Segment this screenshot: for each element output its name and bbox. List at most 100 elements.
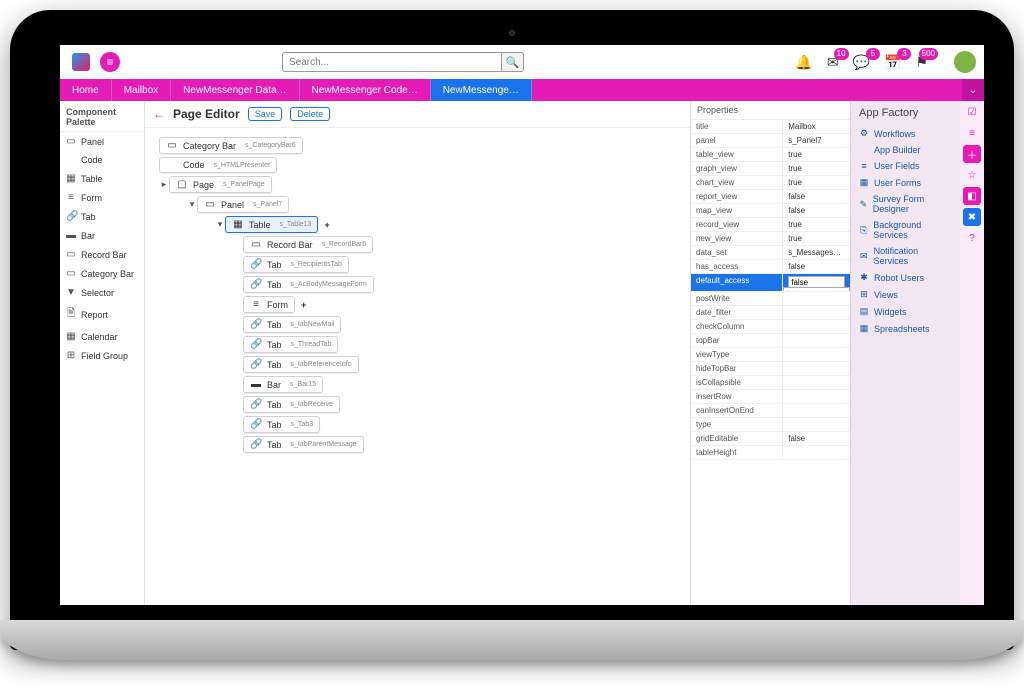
twisty-icon[interactable]: ▾	[187, 199, 197, 210]
tree-node[interactable]: 🔗Tabs_ThreadTab	[243, 336, 684, 353]
tree-chip[interactable]: 🔗Tabs_ThreadTab	[243, 336, 338, 353]
property-row[interactable]: graph_viewtrue	[691, 162, 850, 176]
palette-item-code[interactable]: Code	[60, 151, 144, 169]
palette-item-table[interactable]: ▦Table	[60, 169, 144, 188]
prop-value[interactable]: true	[783, 218, 850, 231]
property-row[interactable]: tableHeight	[691, 446, 850, 460]
avatar[interactable]	[954, 51, 976, 73]
palette-item-calendar[interactable]: ▦Calendar	[60, 327, 144, 346]
tree-chip[interactable]: ≡Form	[243, 296, 295, 313]
property-row[interactable]: gridEditablefalse	[691, 432, 850, 446]
nav-tab-4[interactable]: NewMessenge…	[431, 79, 532, 101]
rail-icon-0[interactable]: ☑	[963, 103, 981, 121]
tree-node[interactable]: 🔗Tabs_RecipientsTab	[243, 256, 684, 273]
prop-value[interactable]: false	[783, 260, 850, 273]
palette-item-record-bar[interactable]: ▭Record Bar	[60, 245, 144, 264]
palette-item-field-group[interactable]: ⊞Field Group	[60, 346, 144, 365]
twisty-icon[interactable]: ▾	[215, 219, 225, 230]
add-child-button[interactable]: +	[301, 300, 306, 310]
prop-value[interactable]: s_MessagesSet	[783, 246, 850, 259]
prop-value[interactable]: false	[783, 204, 850, 217]
calendar-icon[interactable]: 📅3	[884, 54, 901, 71]
property-row[interactable]: panels_Panel7	[691, 134, 850, 148]
nav-tab-0[interactable]: Home	[60, 79, 112, 101]
prop-value[interactable]	[783, 348, 850, 361]
property-row[interactable]: titleMailbox	[691, 120, 850, 134]
factory-link-views[interactable]: ⊞Views	[851, 286, 960, 303]
property-row[interactable]: hideTopBar	[691, 362, 850, 376]
property-row[interactable]: viewType	[691, 348, 850, 362]
tree-node[interactable]: 🔗Tabs_Tab3	[243, 416, 684, 433]
property-row[interactable]: record_viewtrue	[691, 218, 850, 232]
prop-value[interactable]: false	[783, 432, 850, 445]
tree-chip[interactable]: 🔗Tabs_RecipientsTab	[243, 256, 349, 273]
tree-node[interactable]: ≡Form +	[243, 296, 684, 313]
tree-chip[interactable]: ▬Bars_Bar15	[243, 376, 323, 393]
rail-icon-1[interactable]: ≡	[963, 124, 981, 142]
tree-node[interactable]: ▸▢Pages_PanelPage	[159, 176, 684, 193]
back-arrow-icon[interactable]: ←	[153, 107, 165, 121]
property-row[interactable]: postWrite	[691, 292, 850, 306]
prop-value[interactable]: true	[783, 162, 850, 175]
property-row[interactable]: type	[691, 418, 850, 432]
prop-value[interactable]	[783, 334, 850, 347]
prop-value[interactable]	[783, 376, 850, 389]
tree-node[interactable]: ▾▦Tables_Table13 +	[215, 216, 684, 233]
prop-value[interactable]: truefalse	[783, 274, 850, 291]
tree-node[interactable]: ▾▭Panels_Panel7	[187, 196, 684, 213]
tree-chip[interactable]: ▦Tables_Table13	[225, 216, 318, 233]
factory-link-app-builder[interactable]: App Builder	[851, 142, 960, 158]
tree-chip[interactable]: ▭Category Bars_CategoryBar6	[159, 137, 303, 154]
tree-chip[interactable]: 🔗Tabs_Tab3	[243, 416, 320, 433]
tree-node[interactable]: 🔗Tabs_tabParentMessage	[243, 436, 684, 453]
factory-link-robot-users[interactable]: ✱Robot Users	[851, 269, 960, 286]
chat-icon[interactable]: 💬5	[853, 54, 870, 71]
factory-link-background-services[interactable]: ⎘Background Services	[851, 217, 960, 243]
tree-chip[interactable]: 🔗Tabs_tabReferenceInfo	[243, 356, 359, 373]
twisty-icon[interactable]: ▸	[159, 179, 169, 190]
tree-chip[interactable]: ▭Panels_Panel7	[197, 196, 289, 213]
property-row[interactable]: has_accessfalse	[691, 260, 850, 274]
tree-node[interactable]: 🔗Tabs_tabNewMail	[243, 316, 684, 333]
tree-node[interactable]: 🔗Tabs_tabReceive	[243, 396, 684, 413]
tree-chip[interactable]: 🔗Tabs_tabNewMail	[243, 316, 341, 333]
palette-item-panel[interactable]: ▭Panel	[60, 132, 144, 151]
prop-value[interactable]	[783, 418, 850, 431]
save-button[interactable]: Save	[248, 107, 283, 121]
palette-item-selector[interactable]: ▼Selector	[60, 283, 144, 302]
tree-node[interactable]: Codes_HTMLPresenter	[159, 157, 684, 173]
factory-link-survey-form-designer[interactable]: ✎Survey Form Designer	[851, 191, 960, 217]
palette-item-report[interactable]: 🖹Report	[60, 302, 144, 327]
tree-node[interactable]: ▭Record Bars_RecordBar6	[243, 236, 684, 253]
palette-item-bar[interactable]: ▬Bar	[60, 226, 144, 245]
prop-value[interactable]	[783, 362, 850, 375]
prop-value[interactable]	[783, 292, 850, 305]
search-button[interactable]: 🔍	[502, 52, 524, 72]
property-row[interactable]: chart_viewtrue	[691, 176, 850, 190]
property-row[interactable]: map_viewfalse	[691, 204, 850, 218]
rail-icon-4[interactable]: ◧	[963, 187, 981, 205]
search-input[interactable]	[282, 52, 502, 72]
factory-link-spreadsheets[interactable]: ▦Spreadsheets	[851, 320, 960, 337]
add-child-button[interactable]: +	[324, 220, 329, 230]
property-row[interactable]: date_filter	[691, 306, 850, 320]
nav-tab-1[interactable]: Mailbox	[112, 79, 171, 101]
tree-chip[interactable]: 🔗Tabs_AcBodyMessageForm	[243, 276, 374, 293]
property-row[interactable]: new_viewtrue	[691, 232, 850, 246]
prop-value[interactable]	[783, 404, 850, 417]
property-row[interactable]: topBar	[691, 334, 850, 348]
property-row[interactable]: canInsertOnEnd	[691, 404, 850, 418]
tree-chip[interactable]: Codes_HTMLPresenter	[159, 157, 277, 173]
property-row[interactable]: default_accesstruefalse	[691, 274, 850, 292]
nav-collapse-button[interactable]: ⌄	[962, 79, 984, 101]
rail-icon-2[interactable]: ＋	[963, 145, 981, 163]
tree-node[interactable]: 🔗Tabs_tabReferenceInfo	[243, 356, 684, 373]
nav-tab-3[interactable]: NewMessenger Code…	[300, 79, 431, 101]
prop-value[interactable]	[783, 320, 850, 333]
factory-link-workflows[interactable]: ⚙Workflows	[851, 125, 960, 142]
prop-value[interactable]	[783, 446, 850, 459]
tree-chip[interactable]: ▢Pages_PanelPage	[169, 176, 272, 193]
prop-value[interactable]	[783, 390, 850, 403]
tree-chip[interactable]: 🔗Tabs_tabParentMessage	[243, 436, 364, 453]
rail-icon-5[interactable]: ✖	[963, 208, 981, 226]
